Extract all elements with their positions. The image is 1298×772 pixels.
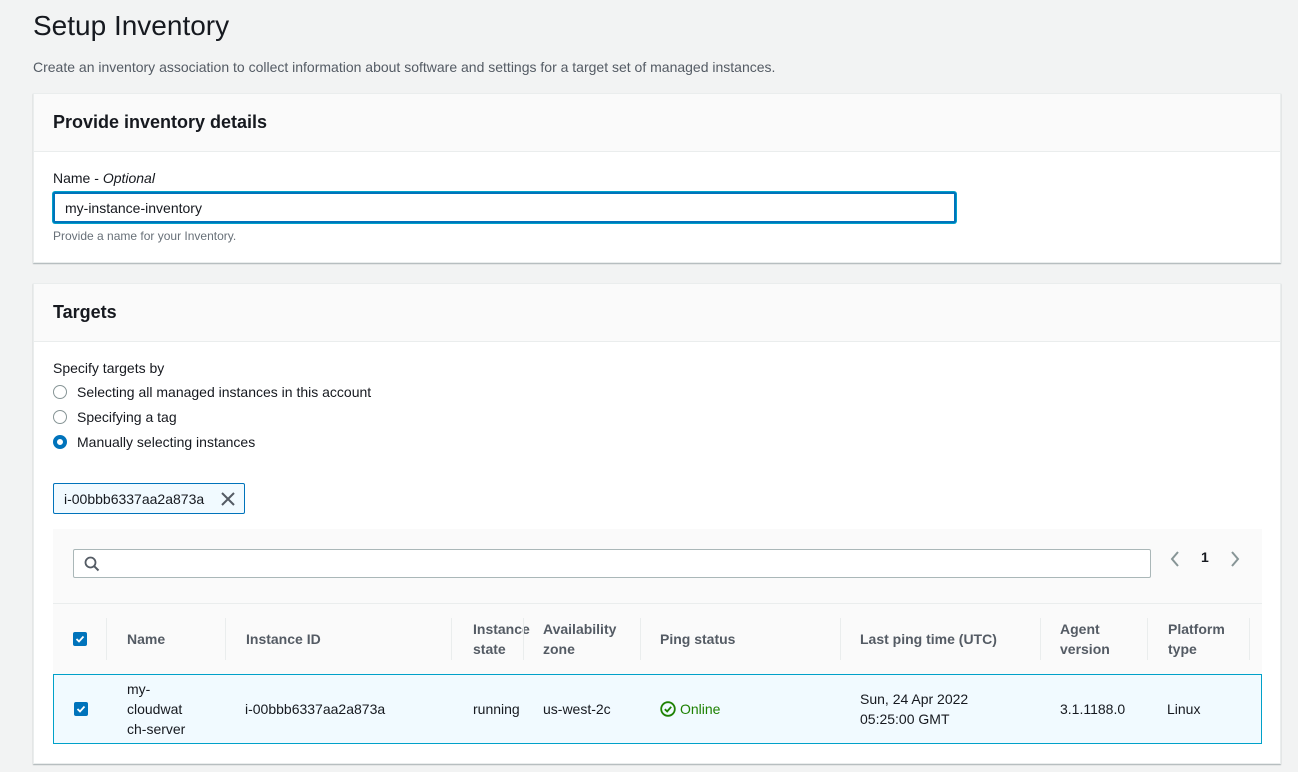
specify-targets-label: Specify targets by: [53, 360, 165, 376]
table-header: Name Instance ID Instance state Availabi…: [53, 604, 1262, 674]
select-all-cell: [53, 604, 107, 674]
targets-panel: Targets Specify targets by Selecting all…: [33, 283, 1281, 764]
cell-name: my-cloudwatch-server: [127, 681, 186, 737]
table-row[interactable]: my-cloudwatch-server i-00bbb6337aa2a873a…: [53, 674, 1262, 744]
instance-search: [73, 549, 1151, 578]
search-icon: [84, 556, 100, 577]
column-header-instance-id[interactable]: Instance ID: [226, 604, 452, 674]
check-icon: [76, 705, 85, 713]
setup-inventory-page: Setup Inventory Create an inventory asso…: [0, 0, 1298, 772]
column-header-last-ping-time[interactable]: Last ping time (UTC): [841, 604, 1041, 674]
cell-availability-zone: us-west-2c: [543, 701, 611, 717]
radio-all-instances-label: Selecting all managed instances in this …: [77, 384, 372, 400]
name-label-text: Name: [53, 170, 91, 186]
inventory-details-panel: Provide inventory details Name - Optiona…: [33, 93, 1281, 263]
select-all-checkbox[interactable]: [73, 632, 87, 646]
column-header-availability-zone[interactable]: Availability zone: [524, 604, 641, 674]
row-checkbox[interactable]: [73, 702, 88, 716]
inventory-details-header: Provide inventory details: [34, 94, 1280, 152]
column-header-agent-version[interactable]: Agent version: [1041, 604, 1148, 674]
column-header-ping-status[interactable]: Ping status: [641, 604, 841, 674]
targets-header: Targets: [34, 284, 1280, 342]
radio-specify-tag[interactable]: Specifying a tag: [53, 409, 177, 425]
radio-manual-select-control[interactable]: [53, 435, 67, 449]
page-title: Setup Inventory: [33, 10, 230, 41]
column-header-name[interactable]: Name: [107, 604, 226, 674]
cell-platform-type: Linux: [1167, 701, 1201, 717]
cell-instance-state: running: [473, 701, 520, 717]
name-label-separator: -: [90, 170, 103, 186]
row-select-cell: [54, 675, 107, 743]
status-positive-icon: [660, 701, 676, 717]
name-field-label: Name - Optional: [53, 170, 155, 186]
radio-manual-select[interactable]: Manually selecting instances: [53, 434, 255, 450]
radio-all-instances-control[interactable]: [53, 385, 67, 399]
selected-instance-token: i-00bbb6337aa2a873a: [53, 483, 246, 514]
cell-last-ping-time: Sun, 24 Apr 2022 05:25:00 GMT: [860, 691, 969, 727]
column-header-instance-state[interactable]: Instance state: [452, 604, 530, 674]
instances-table: 1 Name Instance ID Instance state Availa…: [53, 529, 1262, 744]
ping-status-badge: Online: [660, 699, 720, 719]
cell-ping-status: Online: [641, 675, 841, 743]
name-label-optional: Optional: [102, 170, 155, 186]
page-description: Create an inventory association to colle…: [33, 59, 776, 75]
radio-specify-tag-label: Specifying a tag: [77, 409, 177, 425]
chevron-left-icon[interactable]: [1169, 550, 1181, 573]
name-input[interactable]: [53, 192, 956, 223]
radio-specify-tag-control[interactable]: [53, 410, 67, 424]
radio-all-instances[interactable]: Selecting all managed instances in this …: [53, 384, 371, 400]
chevron-right-icon[interactable]: [1229, 550, 1241, 573]
check-icon: [75, 635, 85, 643]
table-toolbar: 1: [53, 529, 1262, 604]
close-icon[interactable]: [218, 489, 238, 509]
search-input[interactable]: [74, 550, 1150, 577]
pagination-current-page[interactable]: 1: [1201, 549, 1209, 565]
column-header-platform-type[interactable]: Platform type: [1148, 604, 1250, 674]
token-label: i-00bbb6337aa2a873a: [64, 490, 205, 507]
cell-instance-id: i-00bbb6337aa2a873a: [245, 701, 386, 717]
cell-agent-version: 3.1.1188.0: [1060, 701, 1126, 717]
name-hint: Provide a name for your Inventory.: [53, 229, 237, 243]
radio-manual-select-label: Manually selecting instances: [77, 434, 256, 450]
